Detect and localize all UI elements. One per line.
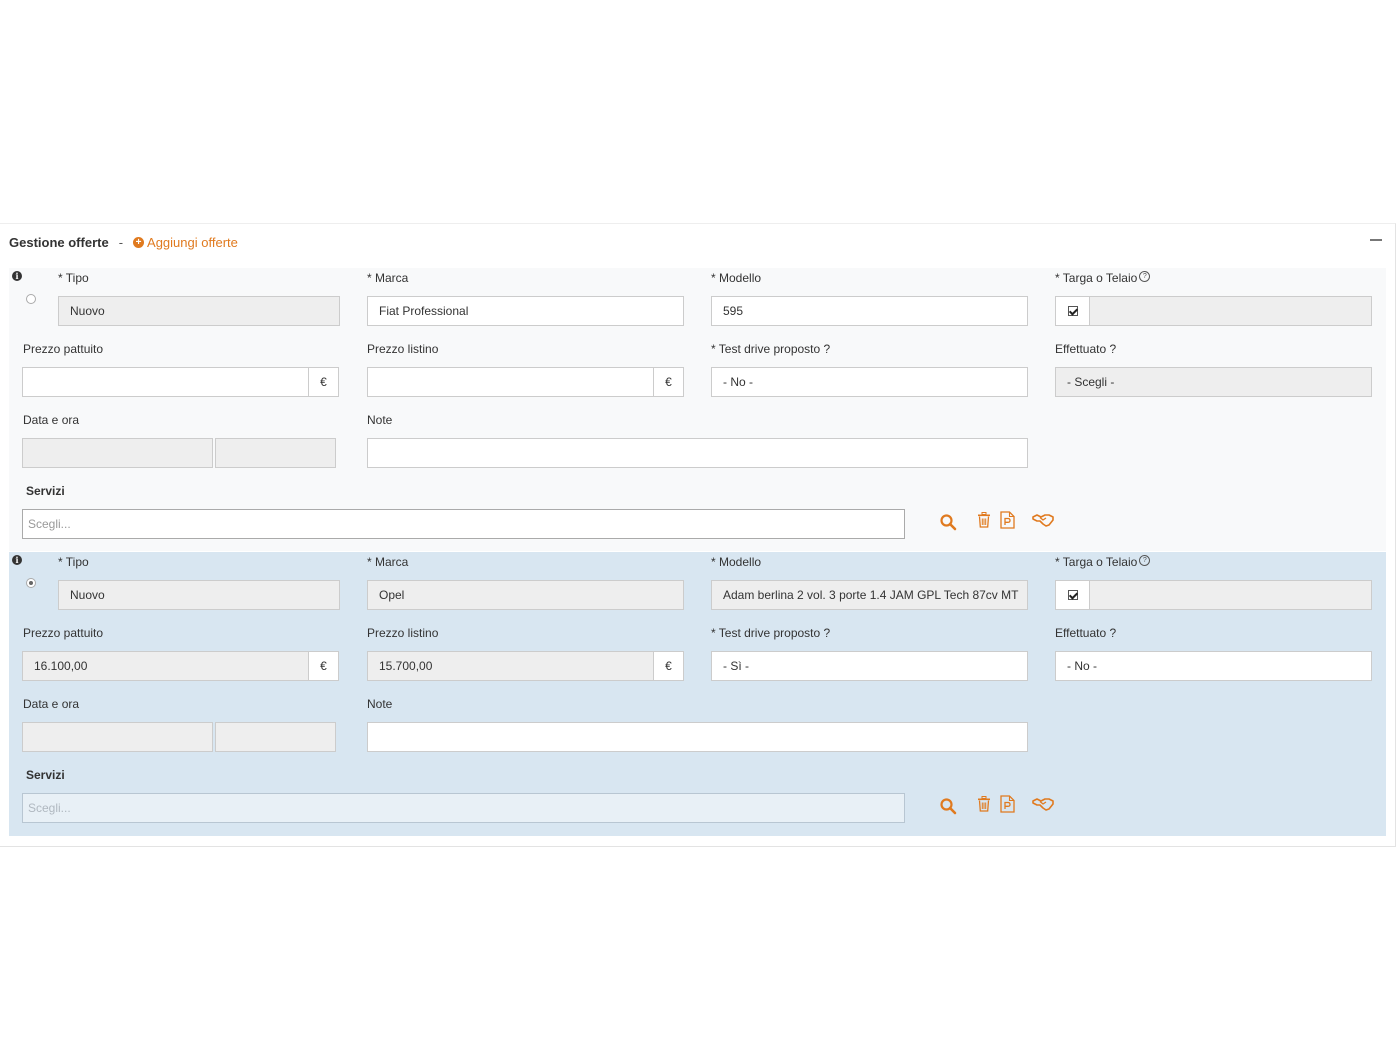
label-data-ora: Data e ora xyxy=(23,413,80,427)
targa-field[interactable] xyxy=(1089,580,1372,610)
modello-field[interactable]: Adam berlina 2 vol. 3 porte 1.4 JAM GPL … xyxy=(711,580,1028,610)
label-tipo: * Tipo xyxy=(58,271,89,285)
trash-icon[interactable] xyxy=(977,512,991,528)
prezzo-pattuito-input[interactable] xyxy=(22,367,309,397)
test-drive-select[interactable]: - Sì - xyxy=(711,651,1028,681)
label-test-drive: * Test drive proposto ? xyxy=(711,626,831,640)
effettuato-select[interactable]: - No - xyxy=(1055,651,1372,681)
euro-addon: € xyxy=(653,367,684,397)
header-separator: - xyxy=(118,234,124,250)
label-marca: * Marca xyxy=(367,271,409,285)
marca-field[interactable]: Fiat Professional xyxy=(367,296,684,326)
ora-input[interactable] xyxy=(215,438,336,468)
label-marca: * Marca xyxy=(367,555,409,569)
label-targa: * Targa o Telaio? xyxy=(1055,555,1151,569)
label-prezzo-pattuito: Prezzo pattuito xyxy=(23,626,104,640)
targa-checkbox-addon[interactable] xyxy=(1055,296,1090,326)
offer-select-radio[interactable] xyxy=(26,294,36,304)
note-input[interactable] xyxy=(367,438,1028,468)
servizi-input[interactable]: Scegli... xyxy=(22,793,905,823)
pdf-document-icon[interactable] xyxy=(1000,511,1015,529)
label-note: Note xyxy=(367,413,393,427)
panel-title: Gestione offerte xyxy=(9,234,109,250)
modello-field[interactable]: 595 xyxy=(711,296,1028,326)
minus-icon[interactable] xyxy=(1370,239,1382,241)
plus-circle-icon: + xyxy=(133,236,145,248)
test-drive-select[interactable]: - No - xyxy=(711,367,1028,397)
data-input[interactable] xyxy=(22,438,213,468)
offer-row: i * Tipo * Marca * Modello * Targa o Tel… xyxy=(9,552,1386,836)
euro-addon: € xyxy=(308,367,339,397)
panel-header: Gestione offerte - + Aggiungi offerte xyxy=(9,233,238,251)
help-circle-icon[interactable]: ? xyxy=(1139,271,1151,282)
add-offer-label: Aggiungi offerte xyxy=(147,234,238,250)
label-prezzo-listino: Prezzo listino xyxy=(367,626,439,640)
label-prezzo-pattuito: Prezzo pattuito xyxy=(23,342,104,356)
add-offer-link[interactable]: + Aggiungi offerte xyxy=(133,235,238,250)
marca-field[interactable]: Opel xyxy=(367,580,684,610)
prezzo-listino-input[interactable] xyxy=(367,367,654,397)
targa-checkbox-addon[interactable] xyxy=(1055,580,1090,610)
offer-row: i * Tipo * Marca * Modello * Targa o Tel… xyxy=(9,268,1386,551)
label-data-ora: Data e ora xyxy=(23,697,80,711)
label-effettuato: Effettuato ? xyxy=(1055,626,1117,640)
tipo-field[interactable]: Nuovo xyxy=(58,296,340,326)
label-effettuato: Effettuato ? xyxy=(1055,342,1117,356)
info-icon[interactable]: i xyxy=(12,555,22,565)
search-icon[interactable] xyxy=(939,797,957,815)
servizi-input[interactable]: Scegli... xyxy=(22,509,905,539)
note-input[interactable] xyxy=(367,722,1028,752)
label-servizi: Servizi xyxy=(26,768,65,782)
pdf-document-icon[interactable] xyxy=(1000,795,1015,813)
euro-addon: € xyxy=(308,651,339,681)
prezzo-listino-input[interactable]: 15.700,00 xyxy=(367,651,654,681)
label-targa-text: * Targa o Telaio xyxy=(1055,555,1138,569)
info-icon[interactable]: i xyxy=(12,271,22,281)
effettuato-select[interactable]: - Scegli - xyxy=(1055,367,1372,397)
label-modello: * Modello xyxy=(711,555,762,569)
data-input[interactable] xyxy=(22,722,213,752)
label-targa: * Targa o Telaio? xyxy=(1055,271,1151,285)
label-targa-text: * Targa o Telaio xyxy=(1055,271,1138,285)
label-modello: * Modello xyxy=(711,271,762,285)
label-test-drive: * Test drive proposto ? xyxy=(711,342,831,356)
handshake-icon[interactable] xyxy=(1032,797,1054,812)
label-servizi: Servizi xyxy=(26,484,65,498)
label-tipo: * Tipo xyxy=(58,555,89,569)
targa-field[interactable] xyxy=(1089,296,1372,326)
help-circle-icon[interactable]: ? xyxy=(1139,555,1151,566)
prezzo-pattuito-input[interactable]: 16.100,00 xyxy=(22,651,309,681)
label-note: Note xyxy=(367,697,393,711)
trash-icon[interactable] xyxy=(977,796,991,812)
tipo-field[interactable]: Nuovo xyxy=(58,580,340,610)
ora-input[interactable] xyxy=(215,722,336,752)
handshake-icon[interactable] xyxy=(1032,513,1054,528)
targa-checkbox[interactable] xyxy=(1067,306,1078,316)
offer-select-radio[interactable] xyxy=(26,578,36,588)
targa-checkbox[interactable] xyxy=(1067,590,1078,600)
search-icon[interactable] xyxy=(939,513,957,531)
euro-addon: € xyxy=(653,651,684,681)
label-prezzo-listino: Prezzo listino xyxy=(367,342,439,356)
